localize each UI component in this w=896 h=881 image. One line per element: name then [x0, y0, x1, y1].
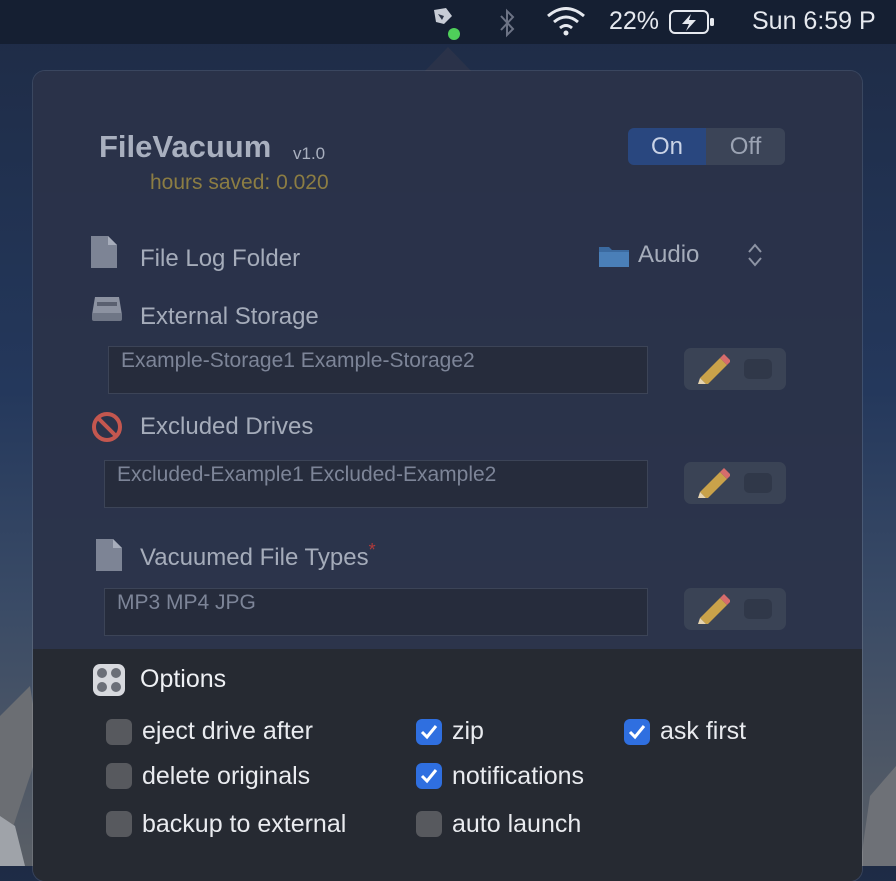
options-gear-icon: [92, 663, 126, 702]
checkmark-icon: [420, 725, 438, 740]
wifi-icon[interactable]: [545, 4, 587, 45]
menubar-clock[interactable]: Sun 6:59 P: [752, 7, 876, 36]
edit-excluded-drives-button[interactable]: [684, 462, 786, 504]
options-title: Options: [140, 665, 227, 693]
battery-percent: 22%: [609, 7, 660, 35]
zip-checkbox[interactable]: [416, 719, 442, 745]
filevacuum-app-icon[interactable]: [428, 2, 468, 42]
selected-folder-label: Audio: [638, 241, 700, 268]
external-drive-icon: [91, 295, 123, 328]
chevron-updown-icon: [748, 243, 762, 267]
backup-to-external-checkbox[interactable]: [106, 811, 132, 837]
on-segment[interactable]: On: [628, 128, 706, 165]
pencil-icon: [698, 468, 730, 498]
eject-drive-after-checkbox[interactable]: [106, 719, 132, 745]
external-storage-label: External Storage: [140, 303, 319, 330]
eject-drive-after-label[interactable]: eject drive after: [142, 717, 313, 746]
document-icon: [95, 538, 123, 577]
battery-charging-icon[interactable]: [668, 8, 716, 43]
file-types-field[interactable]: MP3 MP4 JPG: [104, 588, 648, 636]
checkmark-icon: [420, 769, 438, 784]
excluded-drives-label: Excluded Drives: [140, 413, 314, 440]
notifications-checkbox[interactable]: [416, 763, 442, 789]
notifications-label[interactable]: notifications: [452, 762, 584, 791]
pencil-icon: [698, 594, 730, 624]
on-off-segmented-control: On Off: [628, 128, 785, 165]
filevacuum-popover: FileVacuum v1.0 hours saved: 0.020 On Of…: [33, 71, 862, 881]
bluetooth-icon[interactable]: [496, 8, 518, 45]
edit-toggle: [744, 473, 772, 493]
prohibited-icon: [91, 411, 123, 448]
off-segment[interactable]: Off: [706, 128, 785, 165]
delete-originals-label[interactable]: delete originals: [142, 762, 310, 791]
document-icon: [90, 235, 118, 274]
app-title: FileVacuum: [99, 129, 272, 164]
required-marker: *: [368, 540, 376, 560]
file-log-folder-label: File Log Folder: [140, 245, 301, 272]
vacuumed-file-types-label: Vacuumed File Types*: [140, 540, 376, 572]
edit-external-storage-button[interactable]: [684, 348, 786, 390]
external-storage-field[interactable]: Example-Storage1 Example-Storage2: [108, 346, 648, 394]
pencil-icon: [698, 354, 730, 384]
excluded-drives-field[interactable]: Excluded-Example1 Excluded-Example2: [104, 460, 648, 508]
ask-first-checkbox[interactable]: [624, 719, 650, 745]
app-version: v1.0: [293, 144, 326, 163]
menu-bar: 22% Sun 6:59 P: [0, 0, 896, 44]
popover-arrow: [424, 47, 472, 72]
zip-label[interactable]: zip: [452, 717, 484, 746]
edit-toggle: [744, 359, 772, 379]
ask-first-label[interactable]: ask first: [660, 717, 746, 746]
vacuumed-file-types-text: Vacuumed File Types: [140, 544, 369, 571]
auto-launch-label[interactable]: auto launch: [452, 810, 581, 839]
edit-file-types-button[interactable]: [684, 588, 786, 630]
folder-icon: [599, 247, 629, 267]
backup-to-external-label[interactable]: backup to external: [142, 810, 346, 839]
hours-saved: hours saved: 0.020: [150, 171, 329, 194]
auto-launch-checkbox[interactable]: [416, 811, 442, 837]
delete-originals-checkbox[interactable]: [106, 763, 132, 789]
checkmark-icon: [628, 725, 646, 740]
edit-toggle: [744, 599, 772, 619]
